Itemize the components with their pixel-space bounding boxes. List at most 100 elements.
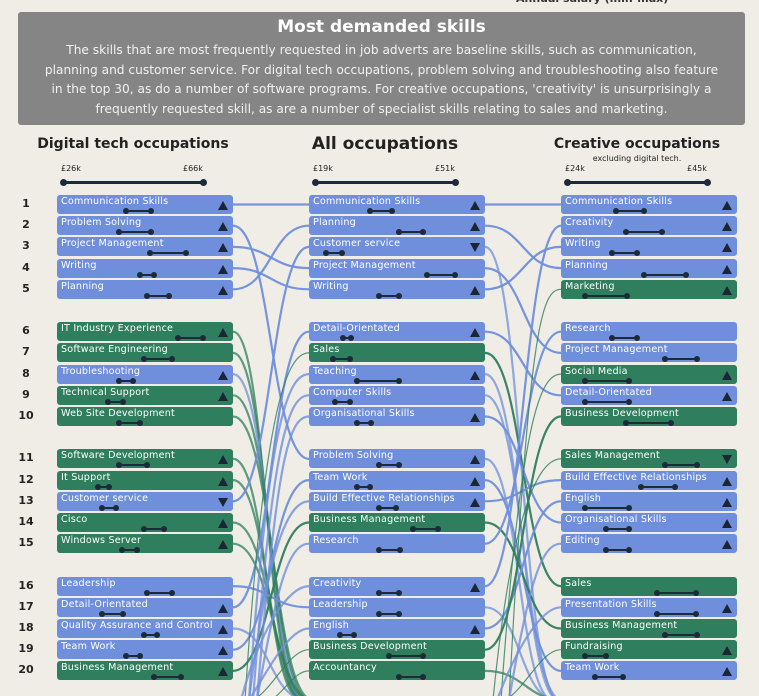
- salary-range-bar: [123, 653, 143, 660]
- skill-item[interactable]: Communication Skills: [309, 195, 485, 214]
- skill-item[interactable]: Customer service: [309, 237, 485, 257]
- skill-item[interactable]: Planning: [561, 258, 737, 278]
- skill-item[interactable]: Project Management: [561, 343, 737, 363]
- skill-item[interactable]: Team Work: [57, 640, 233, 660]
- skill-item[interactable]: Detail-Orientated: [57, 597, 233, 617]
- skill-item[interactable]: Creativity: [561, 216, 737, 236]
- skill-item[interactable]: Customer service: [57, 491, 233, 511]
- skill-item[interactable]: Presentation Skills: [561, 597, 737, 617]
- skill-item[interactable]: Troubleshooting: [57, 364, 233, 384]
- triangle-up-icon: [218, 370, 228, 380]
- skill-item[interactable]: Build Effective Relationships: [309, 491, 485, 511]
- skill-item[interactable]: Business Management: [309, 513, 485, 532]
- salary-scale-dot: [60, 179, 67, 186]
- skill-item[interactable]: Sales: [561, 576, 737, 596]
- skill-item[interactable]: English: [309, 619, 485, 638]
- skill-item[interactable]: Planning: [309, 216, 485, 236]
- skill-item[interactable]: Organisational Skills: [309, 407, 485, 426]
- skill-label: Customer service: [61, 492, 149, 504]
- skill-item[interactable]: Windows Server: [57, 534, 233, 554]
- rank-number: 2: [22, 218, 30, 232]
- salary-range-bar: [141, 526, 167, 532]
- skill-item[interactable]: Software Engineering: [57, 343, 233, 363]
- skill-label: Technical Support: [61, 386, 150, 398]
- salary-range-bar: [622, 420, 674, 426]
- salary-range-bar: [99, 504, 120, 511]
- skill-item[interactable]: Business Management: [561, 619, 737, 638]
- skill-item[interactable]: Leadership: [57, 576, 233, 596]
- skill-item[interactable]: Fundraising: [561, 640, 737, 660]
- salary-range-bar: [638, 483, 678, 490]
- skill-item[interactable]: Problem Solving: [57, 216, 233, 236]
- skill-label: Organisational Skills: [565, 514, 667, 525]
- salary-range-bar: [396, 229, 426, 236]
- skill-label: Project Management: [61, 238, 164, 250]
- skill-item[interactable]: Team Work: [561, 661, 737, 681]
- skill-label: Software Engineering: [61, 344, 168, 356]
- skill-item[interactable]: Team Work: [309, 470, 485, 490]
- skill-item[interactable]: Computer Skills: [309, 385, 485, 405]
- skill-item[interactable]: Communication Skills: [57, 195, 233, 214]
- skill-connector-line: [484, 245, 562, 291]
- skill-item[interactable]: Accountancy: [309, 661, 485, 681]
- skill-item[interactable]: Planning: [57, 279, 233, 299]
- salary-range-bar: [116, 462, 150, 469]
- triangle-up-icon: [218, 391, 228, 401]
- skill-label: Research: [565, 323, 611, 335]
- triangle-up-icon: [470, 625, 480, 634]
- skill-item[interactable]: Software Development: [57, 449, 233, 469]
- skill-item[interactable]: Writing: [57, 258, 233, 278]
- skill-label: Business Management: [565, 620, 678, 631]
- skill-item[interactable]: Business Development: [309, 640, 485, 660]
- skill-item[interactable]: Communication Skills: [561, 195, 737, 214]
- skill-item[interactable]: Sales Management: [561, 449, 737, 469]
- skill-item[interactable]: It Support: [57, 470, 233, 490]
- salary-range-bar: [653, 610, 699, 617]
- skill-item[interactable]: Creativity: [309, 576, 485, 596]
- skill-item[interactable]: Quality Assurance and Control: [57, 619, 233, 638]
- skill-item[interactable]: Organisational Skills: [561, 513, 737, 532]
- skill-item[interactable]: Project Management: [57, 237, 233, 257]
- skill-item[interactable]: Detail-Orientated: [561, 385, 737, 405]
- salary-range-bar: [94, 483, 113, 490]
- skill-label: Business Development: [565, 408, 679, 419]
- salary-scale-min: £19k: [313, 164, 333, 173]
- skill-item[interactable]: Research: [309, 534, 485, 554]
- skill-item[interactable]: Technical Support: [57, 385, 233, 405]
- skill-item[interactable]: Business Development: [561, 407, 737, 426]
- salary-range-bar: [409, 526, 442, 532]
- skill-item[interactable]: Cisco: [57, 513, 233, 532]
- skill-item[interactable]: Business Management: [57, 661, 233, 681]
- column-title-digital: Digital tech occupations: [37, 136, 229, 152]
- triangle-up-icon: [722, 603, 732, 613]
- skill-label: Detail-Orientated: [565, 386, 652, 398]
- skill-item[interactable]: Problem Solving: [309, 449, 485, 469]
- skill-item[interactable]: English: [561, 491, 737, 511]
- skill-label: Writing: [565, 238, 601, 250]
- skill-item[interactable]: Detail-Orientated: [309, 322, 485, 342]
- rank-number: 6: [22, 324, 30, 338]
- skill-label: Planning: [313, 217, 356, 229]
- triangle-up-icon: [218, 222, 228, 232]
- skill-item[interactable]: Social Media: [561, 364, 737, 384]
- skill-item[interactable]: Marketing: [561, 279, 737, 299]
- skill-item[interactable]: Writing: [561, 237, 737, 257]
- column-subtitle: excluding digital tech.: [592, 154, 682, 163]
- skill-item[interactable]: Writing: [309, 279, 485, 299]
- skill-item[interactable]: Teaching: [309, 364, 485, 384]
- skill-item[interactable]: Sales: [309, 343, 485, 363]
- salary-scale-dot: [452, 179, 459, 186]
- column-title-all: All occupations: [311, 134, 459, 154]
- skill-item[interactable]: Web Site Development: [57, 407, 233, 426]
- skill-item[interactable]: Research: [561, 322, 737, 342]
- rank-number: 7: [22, 345, 30, 359]
- skill-label: Problem Solving: [61, 217, 142, 229]
- skill-item[interactable]: Editing: [561, 534, 737, 554]
- triangle-up-icon: [218, 243, 228, 253]
- skill-label: Communication Skills: [313, 196, 421, 207]
- skill-item[interactable]: IT Industry Experience: [57, 322, 233, 342]
- skill-item[interactable]: Project Management: [309, 258, 485, 278]
- skill-item[interactable]: Build Effective Relationships: [561, 470, 737, 490]
- triangle-up-icon: [218, 603, 228, 613]
- skill-item[interactable]: Leadership: [309, 597, 485, 617]
